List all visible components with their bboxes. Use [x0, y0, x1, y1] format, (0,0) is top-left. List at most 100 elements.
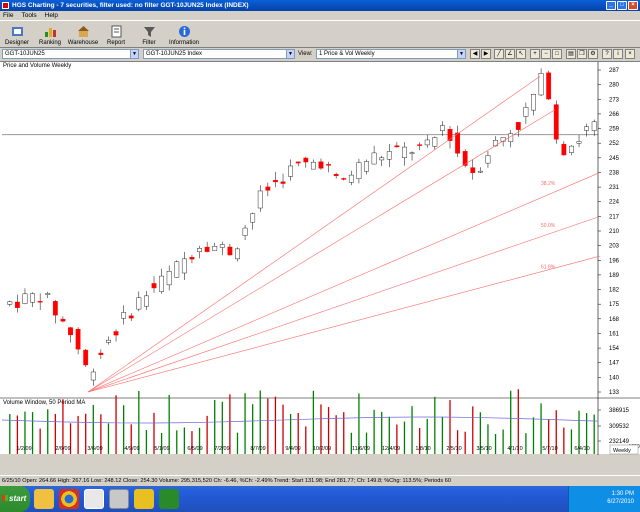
price-candle	[371, 152, 377, 165]
gann-label: 38.2%	[541, 181, 556, 187]
price-tick-label: 203	[609, 244, 620, 250]
ranking-icon	[44, 28, 56, 37]
date-tick-label: 6/4/10	[574, 446, 589, 452]
price-candle	[333, 174, 339, 176]
window-titlebar[interactable]: HGS Charting - 7 securities, filter used…	[0, 0, 640, 11]
price-tick-label: 210	[609, 229, 620, 235]
volume-tick-label: 309532	[609, 424, 630, 430]
price-tick-label: 266	[609, 112, 620, 118]
security-select-mid[interactable]: GGT-10JUN25 Index ▼	[143, 49, 295, 59]
price-tick-label: 175	[609, 302, 620, 308]
windows-flag-icon	[2, 495, 8, 501]
price-candle	[569, 145, 574, 153]
price-candle	[174, 261, 180, 278]
close-button[interactable]: ×	[628, 1, 638, 10]
view-label: View:	[298, 51, 313, 57]
menu-file[interactable]: File	[3, 11, 13, 20]
fan-icon[interactable]: ∠	[505, 49, 515, 59]
price-candle	[440, 125, 445, 131]
filter-icon	[143, 27, 155, 37]
next-icon[interactable]: ▶	[481, 49, 491, 59]
selector-bar: GGT-10JUN25 ▼ GGT-10JUN25 Index ▼ View: …	[0, 48, 640, 61]
menu-help[interactable]: Help	[45, 11, 58, 20]
chevron-down-icon: ▼	[286, 50, 294, 58]
maximize-button[interactable]: □	[617, 1, 627, 10]
taskbar: start 1:30 PM 6/27/2010	[0, 486, 640, 512]
warehouse-icon	[77, 26, 89, 37]
report-button[interactable]: Report	[102, 21, 130, 48]
price-candle	[250, 213, 256, 223]
security-select-left[interactable]: GGT-10JUN25 ▼	[2, 49, 139, 59]
price-candle	[22, 293, 28, 304]
start-button[interactable]: start	[0, 486, 30, 512]
price-candle	[14, 301, 20, 308]
chrome-icon[interactable]	[59, 489, 79, 509]
help-icon[interactable]: ?	[602, 49, 612, 59]
excel-icon[interactable]	[159, 489, 179, 509]
cursor-icon[interactable]: ↖	[516, 49, 526, 59]
price-tick-label: 147	[609, 361, 620, 367]
status-bar: 6/25/10 Open: 264.66 High: 267.16 Low: 2…	[0, 475, 640, 485]
designer-button[interactable]: Designer	[3, 21, 31, 48]
date-tick-label: 3/6/09	[87, 446, 102, 452]
price-candle	[417, 144, 423, 146]
settings-icon[interactable]: ⚙	[588, 49, 598, 59]
print-icon[interactable]: ▤	[566, 49, 576, 59]
price-candle	[7, 301, 13, 305]
hgs-alt-icon[interactable]	[134, 489, 154, 509]
security-select-mid-value: GGT-10JUN25 Index	[146, 51, 203, 57]
price-candle	[121, 312, 127, 319]
previous-icon[interactable]: ◀	[470, 49, 480, 59]
filter-button[interactable]: Filter	[135, 21, 163, 48]
information-button[interactable]: Information	[168, 21, 200, 48]
hgs-icon[interactable]	[109, 489, 129, 509]
price-candle	[409, 152, 415, 154]
price-candle	[227, 246, 233, 256]
chart-app-icon[interactable]	[84, 489, 104, 509]
date-tick-label: 8/7/09	[250, 446, 265, 452]
ranking-button[interactable]: Ranking	[36, 21, 64, 48]
main-toolbar: Designer Ranking Warehouse Report Filter…	[0, 20, 640, 48]
price-candle	[379, 157, 385, 161]
view-select[interactable]: 1 Price & Vol Weekly ▼	[316, 49, 466, 59]
chart-canvas[interactable]: 287 280 273 266 259 252 245 238 231 224 217 210 203 1…	[0, 62, 640, 455]
status-text: 6/25/10 Open: 264.66 High: 267.16 Low: 2…	[2, 478, 451, 484]
price-candle	[280, 181, 286, 184]
zoom-fit-icon[interactable]: □	[552, 49, 562, 59]
price-candle	[265, 186, 271, 191]
price-candle	[68, 327, 73, 336]
price-candle	[341, 178, 347, 180]
price-tick-label: 168	[609, 317, 620, 323]
explorer-icon[interactable]	[34, 489, 54, 509]
volume-ma-line	[1, 416, 599, 424]
price-candle	[219, 244, 225, 248]
filter-label: Filter	[142, 40, 156, 46]
warehouse-button[interactable]: Warehouse	[68, 21, 98, 48]
price-candle	[90, 371, 96, 381]
gann-label: 61.8%	[541, 265, 556, 271]
price-tick-label: 280	[609, 83, 620, 89]
app-window: HGS Charting - 7 securities, filter used…	[0, 0, 640, 512]
draw-line-icon[interactable]: ╱	[494, 49, 504, 59]
app-icon	[2, 2, 9, 9]
price-candle	[212, 246, 218, 251]
price-candle	[197, 248, 202, 252]
price-candle	[273, 179, 278, 183]
copy-icon[interactable]: ❐	[577, 49, 587, 59]
designer-label: Designer	[4, 40, 29, 46]
price-candle	[394, 145, 400, 148]
panel-close-icon[interactable]: ×	[625, 49, 635, 59]
price-tick-label: 133	[609, 390, 620, 396]
menu-tools[interactable]: Tools	[21, 11, 36, 20]
price-candle	[485, 155, 491, 164]
minimize-button[interactable]: _	[606, 1, 616, 10]
chart-area[interactable]: Price and Volume Weekly Volume Window, 5…	[0, 61, 640, 455]
zoom-in-icon[interactable]: +	[530, 49, 540, 59]
price-candle	[242, 227, 248, 236]
date-tick-label: 4/9/09	[124, 446, 139, 452]
gann-fan-line	[87, 216, 601, 393]
info-small-icon[interactable]: i	[613, 49, 623, 59]
date-tick-label: 2/5/10	[446, 446, 461, 452]
price-candle	[523, 107, 529, 117]
zoom-out-icon[interactable]: −	[541, 49, 551, 59]
